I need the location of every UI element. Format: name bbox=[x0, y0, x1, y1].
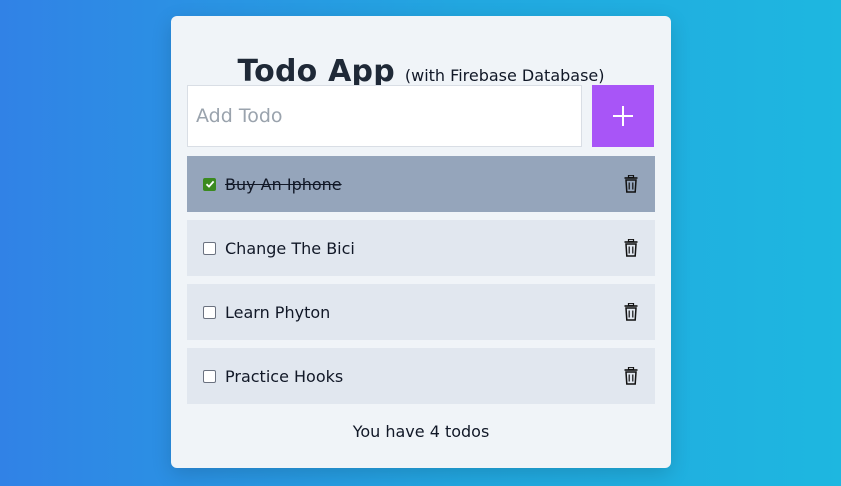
todo-item: Learn Phyton bbox=[187, 284, 655, 340]
todo-label: Practice Hooks bbox=[225, 366, 344, 386]
page-subtitle: (with Firebase Database) bbox=[404, 66, 605, 85]
checkmark-icon bbox=[205, 180, 214, 188]
page-title: Todo App bbox=[237, 54, 395, 89]
trash-icon[interactable] bbox=[624, 175, 638, 193]
header: Todo App (with Firebase Database) bbox=[171, 54, 671, 89]
todo-count: You have 4 todos bbox=[352, 422, 490, 441]
todo-label: Learn Phyton bbox=[225, 302, 331, 322]
todo-card: Todo App (with Firebase Database) Buy An… bbox=[171, 16, 671, 468]
add-todo-form bbox=[187, 85, 654, 147]
todo-checkbox[interactable] bbox=[203, 305, 216, 319]
plus-icon bbox=[613, 106, 633, 126]
todo-checkbox[interactable] bbox=[203, 241, 216, 255]
todo-checkbox[interactable] bbox=[203, 369, 216, 383]
todo-list: Buy An Iphone Change The Bici Learn Phyt… bbox=[187, 156, 655, 412]
todo-checkbox[interactable] bbox=[203, 177, 216, 191]
trash-icon[interactable] bbox=[624, 303, 638, 321]
todo-item: Change The Bici bbox=[187, 220, 655, 276]
trash-icon[interactable] bbox=[624, 239, 638, 257]
todo-item: Practice Hooks bbox=[187, 348, 655, 404]
trash-icon[interactable] bbox=[624, 367, 638, 385]
todo-label: Change The Bici bbox=[225, 238, 355, 258]
add-todo-button[interactable] bbox=[592, 85, 654, 147]
add-todo-input[interactable] bbox=[187, 85, 582, 147]
todo-label: Buy An Iphone bbox=[225, 174, 342, 194]
todo-item: Buy An Iphone bbox=[187, 156, 655, 212]
